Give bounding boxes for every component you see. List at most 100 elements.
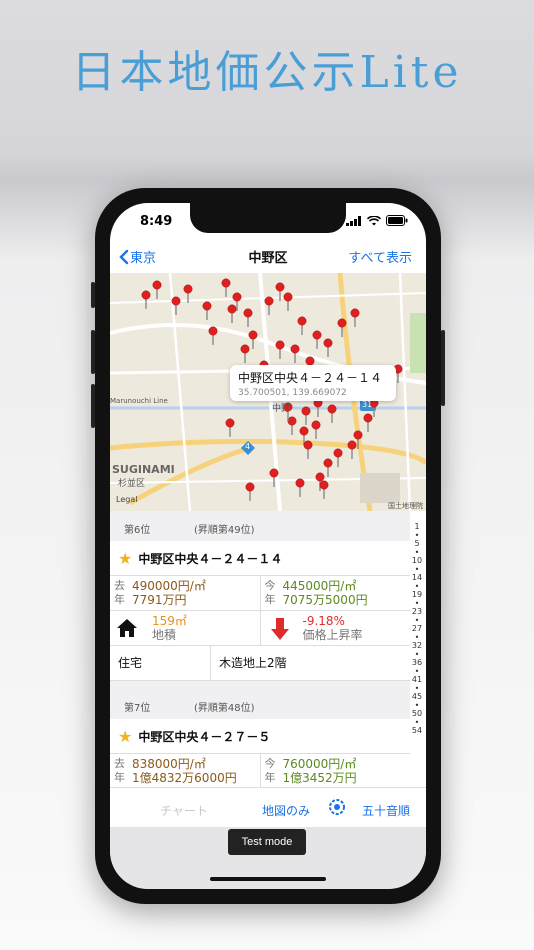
signal-icon <box>346 215 361 226</box>
map-pin-icon[interactable] <box>287 416 297 435</box>
curr-year-label: 今 年 <box>264 579 276 606</box>
map-pin-icon[interactable] <box>323 338 333 357</box>
map-pin-icon[interactable] <box>363 413 373 432</box>
land-area-label: 地積 <box>152 628 177 642</box>
ranking-entry[interactable]: 第7位 (昇順第48位) ★ 中野区中央４－２７－５ 去 年 838000円/㎡ 1億483… <box>110 689 410 787</box>
wifi-icon <box>367 215 381 225</box>
star-icon[interactable]: ★ <box>118 549 132 568</box>
prev-total: 7791万円 <box>132 593 187 607</box>
map-pin-icon[interactable] <box>290 344 300 363</box>
map-label-nakano: 中野 <box>272 404 291 414</box>
entry-rank: 第7位 <box>124 703 151 714</box>
map-pin-icon[interactable] <box>323 458 333 477</box>
map-pin-icon[interactable] <box>313 398 323 417</box>
prev-year-label: 去 年 <box>114 757 125 784</box>
curr-total: 7075万5000円 <box>282 593 368 607</box>
land-area: 159㎡ <box>152 614 187 628</box>
map-pin-icon[interactable] <box>275 282 285 301</box>
map-pin-icon[interactable] <box>171 296 181 315</box>
map-view[interactable]: SUGINAMI 杉並区 Legal Marunouchi Line 中野 4 … <box>110 273 426 511</box>
kana-order-button[interactable]: 五十音順 <box>362 802 410 819</box>
entry-header: 第6位 (昇順第49位) <box>110 511 410 541</box>
map-pin-icon[interactable] <box>227 304 237 323</box>
map-pin-icon[interactable] <box>245 482 255 501</box>
battery-icon <box>386 215 408 226</box>
entry-address: 中野区中央４－２４－１４ <box>138 551 283 566</box>
map-pin-icon[interactable] <box>283 292 293 311</box>
map-pin-icon[interactable] <box>152 280 162 299</box>
map-pin-icon[interactable] <box>295 478 305 497</box>
map-label-suginami: SUGINAMI <box>112 463 175 476</box>
map-pin-icon[interactable] <box>297 316 307 335</box>
map-label-suginami-jp: 杉並区 <box>118 479 146 489</box>
map-label-marunouchi: Marunouchi Line <box>110 397 168 405</box>
map-pin-icon[interactable] <box>208 326 218 345</box>
entry-rank: 第6位 <box>124 525 151 536</box>
entry-address-row[interactable]: ★ 中野区中央４－２７－５ <box>110 719 410 754</box>
building-structure: 木造地上2階 <box>210 646 410 680</box>
map-callout[interactable]: 中野区中央４－２４－１４ 35.700501, 139.669072 <box>230 365 396 401</box>
index-item[interactable]: 54 <box>410 726 424 736</box>
chart-button[interactable]: チャート <box>160 802 208 819</box>
map-pin-icon[interactable] <box>243 308 253 327</box>
map-pin-icon[interactable] <box>248 330 258 349</box>
map-pin-icon[interactable] <box>301 406 311 425</box>
arrow-down-icon <box>270 618 289 643</box>
ranking-entry[interactable]: 第6位 (昇順第49位) ★ 中野区中央４－２４－１４ 去 年 490000円/㎡ 7791… <box>110 511 410 689</box>
map-pin-icon[interactable] <box>350 308 360 327</box>
map-pin-icon[interactable] <box>264 296 274 315</box>
map-route-4: 4 <box>245 442 251 451</box>
entry-header: 第7位 (昇順第48位) <box>110 689 410 719</box>
mute-switch <box>91 282 95 308</box>
map-pin-icon[interactable] <box>269 468 279 487</box>
map-pin-icon[interactable] <box>312 330 322 349</box>
entry-address: 中野区中央４－２７－５ <box>138 729 271 744</box>
show-all-button[interactable]: すべて表示 <box>348 247 412 266</box>
map-pin-icon[interactable] <box>240 344 250 363</box>
map-pin-icon[interactable] <box>347 440 357 459</box>
map-pin-icon[interactable] <box>221 278 231 297</box>
map-pin-icon[interactable] <box>141 290 151 309</box>
map-pin-icon[interactable] <box>327 404 337 423</box>
map-pin-icon[interactable] <box>303 440 313 459</box>
map-pin-icon[interactable] <box>333 448 343 467</box>
bottom-area: Test mode <box>110 827 426 889</box>
entry-asc-rank: (昇順第48位) <box>194 703 255 714</box>
curr-total: 1億3452万円 <box>282 771 357 785</box>
ranking-list[interactable]: 第6位 (昇順第49位) ★ 中野区中央４－２４－１４ 去 年 490000円/㎡ 7791… <box>110 511 410 787</box>
price-row: 去 年 490000円/㎡ 7791万円 今 年 445000円/㎡ 7075万5000円 <box>110 576 410 611</box>
price-change: -9.18% <box>302 614 345 628</box>
price-change-label: 価格上昇率 <box>302 628 363 642</box>
map-legal-link[interactable]: Legal <box>116 495 137 504</box>
status-time: 8:49 <box>140 214 173 229</box>
navigation-bar: 東京 中野区 すべて表示 <box>110 241 426 273</box>
home-indicator[interactable] <box>210 877 326 881</box>
callout-coords: 35.700501, 139.669072 <box>238 388 347 398</box>
prev-total: 1億4832万6000円 <box>132 771 237 785</box>
map-pin-icon[interactable] <box>311 420 321 439</box>
callout-title: 中野区中央４－２４－１４ <box>238 371 383 385</box>
map-pin-icon[interactable] <box>275 340 285 359</box>
map-route-31: 31 <box>362 400 373 409</box>
curr-price: 445000円/㎡ <box>282 579 357 593</box>
map-only-button[interactable]: 地図のみ <box>262 802 310 819</box>
volume-down-button <box>91 384 95 428</box>
entry-asc-rank: (昇順第49位) <box>194 525 255 536</box>
entry-address-row[interactable]: ★ 中野区中央４－２４－１４ <box>110 541 410 576</box>
map-pin-icon[interactable] <box>183 284 193 303</box>
prev-year-label: 去 年 <box>114 579 125 606</box>
type-row: 住宅 木造地上2階 <box>110 646 410 681</box>
banner: 日本地価公示Lite <box>0 0 534 150</box>
map-pin-icon[interactable] <box>319 480 329 499</box>
volume-up-button <box>91 330 95 374</box>
settings-gear-icon[interactable] <box>328 798 346 819</box>
star-icon[interactable]: ★ <box>118 727 132 746</box>
map-pin-icon[interactable] <box>202 301 212 320</box>
notch <box>190 203 346 233</box>
section-index-bar[interactable]: 1 • 5 • 10 • 14 • 19 • 23 • 27 • 32 • 36 • 41 • 45 • 50 • 54 <box>410 522 424 736</box>
map-pin-icon[interactable] <box>337 318 347 337</box>
price-row: 去 年 838000円/㎡ 1億4832万6000円 今 年 760000円/㎡ 1億34… <box>110 754 410 787</box>
map-pin-icon[interactable] <box>225 418 235 437</box>
bottom-toolbar: チャート 地図のみ 五十音順 <box>110 787 426 828</box>
house-icon <box>116 618 138 641</box>
